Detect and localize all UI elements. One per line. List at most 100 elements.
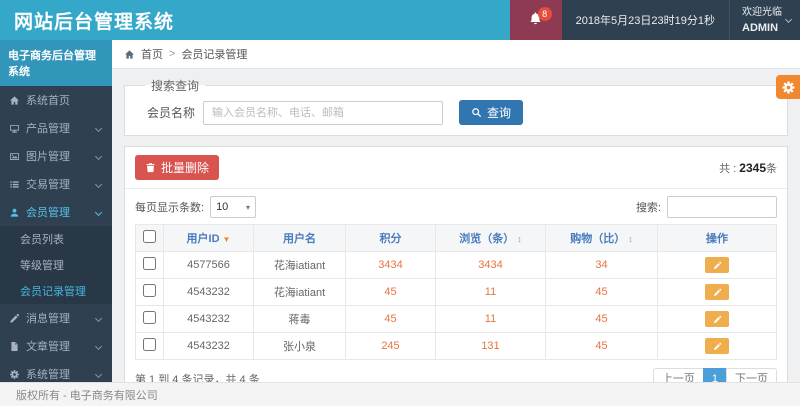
page: 网站后台管理系统 8 2018年5月23日23时19分1秒 欢迎光临 ADMIN… xyxy=(0,0,800,406)
document-icon xyxy=(9,341,20,352)
edit-row-button[interactable] xyxy=(705,284,729,300)
sidebar-brand: 电子商务后台管理系统 xyxy=(0,40,112,86)
column-header-username[interactable]: 用户名 xyxy=(253,224,346,252)
gear-icon xyxy=(9,369,20,380)
chevron-down-icon xyxy=(94,180,103,188)
username: ADMIN xyxy=(742,22,779,34)
user-menu[interactable]: 欢迎光临 ADMIN xyxy=(729,0,800,40)
total-count: 共 : 2345条 xyxy=(719,160,777,175)
user-icon xyxy=(9,207,20,218)
sidebar-item-home[interactable]: 系统首页 xyxy=(0,86,112,114)
table-row: 4543232 花海iatiant 45 11 45 xyxy=(135,278,777,306)
chevron-down-icon xyxy=(94,342,103,350)
home-icon xyxy=(9,95,20,106)
breadcrumb-separator: > xyxy=(169,48,176,60)
pencil-icon xyxy=(713,342,721,350)
sidebar: 电子商务后台管理系统 系统首页 产品管理 图片管理 交易管理 会员管理 会员列表… xyxy=(0,40,112,382)
records-panel: 批量删除 共 : 2345条 每页显示条数: 10 ▾ 搜索: 用户ID ▼ 用… xyxy=(124,146,788,382)
records-table: 用户ID ▼ 用户名 积分 浏览（条） ↕ 购物（比） ↕ 操作 4577566… xyxy=(135,224,777,360)
cell-username: 花海iatiant xyxy=(253,278,346,306)
cell-username: 蒋毒 xyxy=(253,305,346,333)
query-button[interactable]: 查询 xyxy=(459,100,524,125)
column-header-points[interactable]: 积分 xyxy=(345,224,436,252)
column-header-shopping[interactable]: 购物（比） ↕ xyxy=(545,224,658,252)
prev-page-button[interactable]: 上一页 xyxy=(652,368,704,382)
search-panel: 搜索查询 会员名称 查询 xyxy=(124,77,788,136)
member-name-label: 会员名称 xyxy=(147,106,196,120)
edit-row-button[interactable] xyxy=(705,338,729,354)
pencil-icon xyxy=(713,288,721,296)
batch-delete-button[interactable]: 批量删除 xyxy=(135,155,220,180)
notification-button[interactable]: 8 xyxy=(509,0,562,40)
page-footer: 版权所有 - 电子商务有限公司 xyxy=(0,382,800,406)
sidebar-item-system[interactable]: 系统管理 xyxy=(0,360,112,382)
list-icon xyxy=(9,179,20,190)
cell-shopping: 45 xyxy=(545,278,658,306)
image-icon xyxy=(9,151,20,162)
row-checkbox[interactable] xyxy=(143,284,156,297)
sort-icon: ↕ xyxy=(517,234,522,244)
copyright-text: 版权所有 - 电子商务有限公司 xyxy=(16,389,158,402)
content: 搜索查询 会员名称 查询 批量删除 xyxy=(112,69,800,382)
table-row: 4543232 张小泉 245 131 45 xyxy=(135,332,777,360)
next-page-button[interactable]: 下一页 xyxy=(726,368,777,382)
chevron-down-icon xyxy=(784,15,793,24)
search-icon xyxy=(472,108,482,118)
total-value: 2345 xyxy=(739,160,766,175)
row-checkbox[interactable] xyxy=(143,311,156,324)
cell-shopping: 45 xyxy=(545,305,658,333)
chevron-down-icon xyxy=(94,370,103,378)
trash-icon xyxy=(146,163,155,173)
cell-user-id: 4543232 xyxy=(163,305,254,333)
cell-user-id: 4543232 xyxy=(163,332,254,360)
cell-points: 245 xyxy=(345,332,436,360)
row-checkbox[interactable] xyxy=(143,338,156,351)
pencil-icon xyxy=(713,261,721,269)
table-search-label: 搜索: xyxy=(635,202,661,214)
table-row: 4543232 蒋毒 45 11 45 xyxy=(135,305,777,333)
cell-points: 3434 xyxy=(345,251,436,279)
cell-shopping: 45 xyxy=(545,332,658,360)
sidebar-item-images[interactable]: 图片管理 xyxy=(0,142,112,170)
cell-points: 45 xyxy=(345,305,436,333)
sidebar-subitem-member-list[interactable]: 会员列表 xyxy=(0,226,112,252)
sidebar-item-trades[interactable]: 交易管理 xyxy=(0,170,112,198)
sidebar-item-articles[interactable]: 文章管理 xyxy=(0,332,112,360)
table-row: 4577566 花海iatiant 3434 3434 34 xyxy=(135,251,777,279)
table-search-input[interactable] xyxy=(667,196,777,218)
welcome-text: 欢迎光临 xyxy=(742,7,782,18)
sidebar-subitem-level-management[interactable]: 等级管理 xyxy=(0,252,112,278)
sidebar-item-messages[interactable]: 消息管理 xyxy=(0,304,112,332)
select-all-checkbox[interactable] xyxy=(143,230,156,243)
page-size-select[interactable]: 10 ▾ xyxy=(210,196,257,218)
column-header-user-id[interactable]: 用户ID ▼ xyxy=(163,224,254,252)
settings-gear-button[interactable] xyxy=(776,75,800,99)
row-checkbox[interactable] xyxy=(143,257,156,270)
cell-username: 张小泉 xyxy=(253,332,346,360)
cell-views: 131 xyxy=(435,332,546,360)
app-title: 网站后台管理系统 xyxy=(14,11,175,33)
pencil-icon xyxy=(9,313,20,324)
top-header: 网站后台管理系统 8 2018年5月23日23时19分1秒 欢迎光临 ADMIN xyxy=(0,0,800,40)
sidebar-item-members[interactable]: 会员管理 xyxy=(0,198,112,226)
chevron-down-icon: ▾ xyxy=(246,202,251,212)
page-size-label: 每页显示条数: xyxy=(135,202,205,214)
chevron-down-icon xyxy=(94,314,103,322)
edit-row-button[interactable] xyxy=(705,311,729,327)
records-info: 第 1 到 4 条记录，共 4 条 xyxy=(135,374,260,382)
cell-shopping: 34 xyxy=(545,251,658,279)
breadcrumb: 首页 > 会员记录管理 xyxy=(112,40,800,69)
members-submenu: 会员列表 等级管理 会员记录管理 xyxy=(0,226,112,304)
sidebar-subitem-member-records[interactable]: 会员记录管理 xyxy=(0,278,112,304)
cell-views: 11 xyxy=(435,305,546,333)
cell-username: 花海iatiant xyxy=(253,251,346,279)
breadcrumb-home-link[interactable]: 首页 xyxy=(141,46,163,62)
cell-views: 11 xyxy=(435,278,546,306)
page-1-button[interactable]: 1 xyxy=(702,368,727,382)
sidebar-item-products[interactable]: 产品管理 xyxy=(0,114,112,142)
chevron-down-icon xyxy=(94,124,103,132)
column-header-views[interactable]: 浏览（条） ↕ xyxy=(435,224,546,252)
member-name-input[interactable] xyxy=(203,100,444,125)
table-footer: 第 1 到 4 条记录，共 4 条 上一页 1 下一页 xyxy=(125,360,787,382)
edit-row-button[interactable] xyxy=(705,257,729,273)
